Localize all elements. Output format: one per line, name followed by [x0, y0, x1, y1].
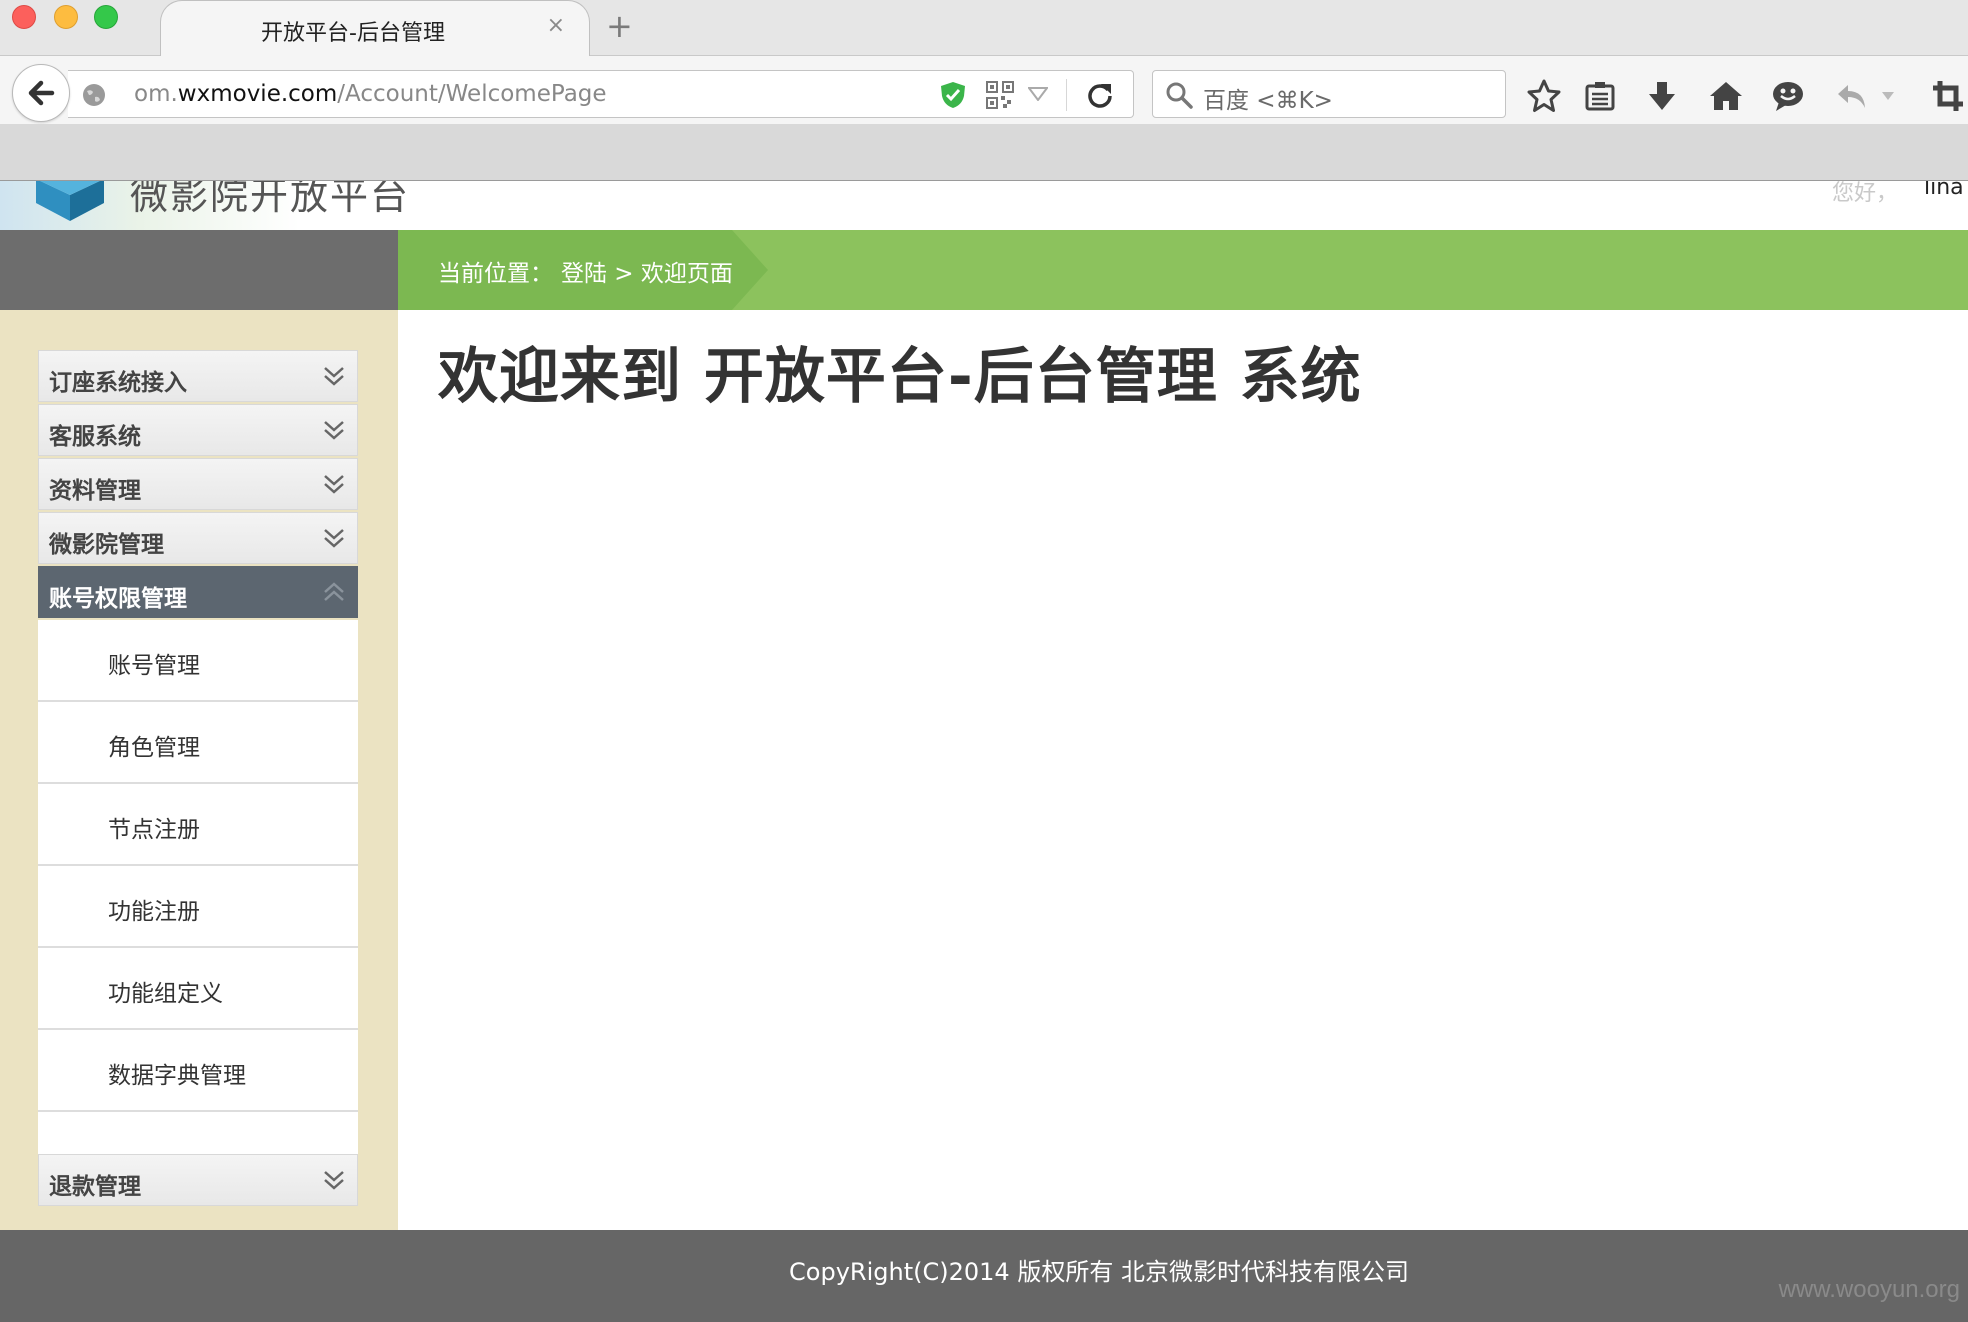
url-bar[interactable]: om.wxmovie.com/Account/WelcomePage — [68, 70, 1134, 118]
sidebar-menu: 订座系统接入 客服系统 资料管理 微影院管理 账号权限管理 账号管理 角色管理 … — [38, 350, 358, 1208]
close-window-button[interactable] — [12, 5, 36, 29]
chat-button[interactable] — [1768, 76, 1808, 116]
globe-icon — [83, 84, 105, 106]
submenu-item-label: 功能组定义 — [108, 981, 223, 1007]
double-chevron-down-icon — [324, 1171, 344, 1190]
url-prefix: om. — [134, 81, 178, 107]
tab-close-icon[interactable]: × — [547, 13, 565, 38]
dropdown-arrow-icon[interactable] — [1028, 87, 1048, 101]
back-arrow-icon — [28, 80, 55, 106]
site-header: 微影院开放平台 您好， lina — [0, 181, 1968, 230]
shield-icon[interactable] — [940, 81, 966, 109]
sidebar-section-label: 资料管理 — [49, 478, 141, 504]
url-text[interactable]: om.wxmovie.com/Account/WelcomePage — [134, 81, 607, 107]
double-chevron-down-icon — [324, 529, 344, 548]
submenu-item-role[interactable]: 角色管理 — [38, 702, 358, 784]
chat-icon — [1773, 82, 1803, 111]
logo-cube-icon — [36, 181, 104, 221]
sidebar-top-bar — [0, 230, 398, 310]
sidebar-section-label: 账号权限管理 — [49, 586, 187, 612]
crop-button[interactable] — [1928, 76, 1968, 116]
sidebar-section-customer-service[interactable]: 客服系统 — [38, 404, 358, 456]
browser-tabstrip: 开放平台-后台管理 × + — [0, 0, 1968, 57]
tab-title: 开放平台-后台管理 — [261, 21, 445, 46]
downloads-button[interactable] — [1642, 76, 1682, 116]
submenu-item-label: 角色管理 — [108, 735, 200, 761]
double-chevron-down-icon — [324, 421, 344, 440]
breadcrumb-text: 当前位置： 登陆 > 欢迎页面 — [438, 254, 741, 288]
star-icon — [1527, 79, 1561, 112]
reading-list-button[interactable] — [1580, 76, 1620, 116]
submenu-item-function[interactable]: 功能注册 — [38, 866, 358, 948]
browser-navbar: om.wxmovie.com/Account/WelcomePage 百度 <⌘… — [0, 56, 1968, 124]
sidebar-section-label: 退款管理 — [49, 1174, 141, 1200]
home-icon — [1710, 82, 1742, 110]
sidebar-section-label: 微影院管理 — [49, 532, 164, 558]
new-tab-button[interactable]: + — [606, 10, 633, 42]
page-title: 欢迎来到 开放平台-后台管理 系统 — [438, 342, 1362, 412]
download-icon — [1649, 82, 1675, 110]
qr-code-icon[interactable] — [986, 81, 1014, 109]
minimize-window-button[interactable] — [54, 5, 78, 29]
submenu-spacer — [38, 1112, 358, 1154]
chevron-down-icon — [1882, 92, 1894, 100]
watermark-text: www.wooyun.org — [1778, 1276, 1960, 1303]
username-link[interactable]: lina — [1924, 181, 1964, 200]
search-box[interactable]: 百度 <⌘K> — [1152, 70, 1506, 118]
sidebar: 订座系统接入 客服系统 资料管理 微影院管理 账号权限管理 账号管理 角色管理 … — [0, 310, 398, 1230]
double-chevron-up-icon — [324, 582, 344, 601]
submenu-item-label: 功能注册 — [108, 899, 200, 925]
search-icon — [1166, 82, 1193, 109]
browser-tab[interactable]: 开放平台-后台管理 × — [160, 0, 590, 57]
submenu-item-function-group[interactable]: 功能组定义 — [38, 948, 358, 1030]
search-placeholder: 百度 <⌘K> — [1203, 88, 1333, 114]
submenu-item-label: 数据字典管理 — [108, 1063, 246, 1089]
sidebar-section-data[interactable]: 资料管理 — [38, 458, 358, 510]
breadcrumb-path[interactable]: 登陆 > 欢迎页面 — [561, 261, 733, 287]
bookmarks-toolbar — [0, 124, 1968, 181]
submenu-item-dictionary[interactable]: 数据字典管理 — [38, 1030, 358, 1112]
bookmark-star-button[interactable] — [1524, 76, 1564, 116]
crop-icon — [1933, 81, 1963, 111]
submenu-item-label: 节点注册 — [108, 817, 200, 843]
double-chevron-down-icon — [324, 475, 344, 494]
url-domain: wxmovie.com — [177, 81, 338, 107]
site-name: 微影院开放平台 — [130, 181, 411, 218]
sidebar-section-cinema[interactable]: 微影院管理 — [38, 512, 358, 564]
reload-icon[interactable] — [1086, 81, 1114, 109]
undo-button[interactable] — [1832, 76, 1872, 116]
back-button[interactable] — [12, 64, 70, 122]
sidebar-section-account-permissions[interactable]: 账号权限管理 — [38, 566, 358, 618]
page-footer: CopyRight(C)2014 版权所有 北京微影时代科技有限公司 www.w… — [0, 1230, 1968, 1322]
sidebar-section-label: 客服系统 — [49, 424, 141, 450]
submenu-account-permissions: 账号管理 角色管理 节点注册 功能注册 功能组定义 数据字典管理 — [38, 620, 358, 1154]
greeting-text: 您好， — [1832, 181, 1899, 206]
zoom-window-button[interactable] — [94, 5, 118, 29]
undo-menu-button[interactable] — [1876, 76, 1900, 116]
home-button[interactable] — [1706, 76, 1746, 116]
sidebar-section-label: 订座系统接入 — [49, 370, 187, 396]
submenu-item-account[interactable]: 账号管理 — [38, 620, 358, 702]
double-chevron-down-icon — [324, 367, 344, 386]
url-path: /Account/WelcomePage — [337, 81, 607, 107]
sidebar-section-refund[interactable]: 退款管理 — [38, 1154, 358, 1206]
submenu-item-label: 账号管理 — [108, 653, 200, 679]
breadcrumb: 当前位置： 登陆 > 欢迎页面 — [398, 230, 1968, 310]
reading-list-icon — [1585, 82, 1615, 111]
sidebar-section-booking[interactable]: 订座系统接入 — [38, 350, 358, 402]
copyright-text: CopyRight(C)2014 版权所有 北京微影时代科技有限公司 — [789, 1258, 1409, 1286]
undo-icon — [1838, 85, 1865, 108]
submenu-item-node[interactable]: 节点注册 — [38, 784, 358, 866]
breadcrumb-prefix: 当前位置： — [438, 261, 553, 287]
url-divider — [1066, 79, 1067, 111]
